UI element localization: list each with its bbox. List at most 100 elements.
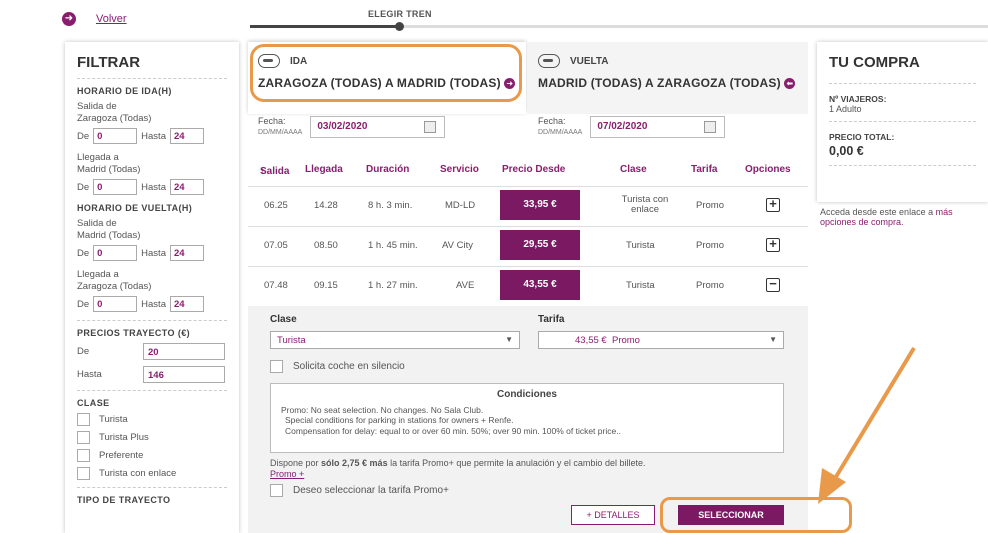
- ida-date-input[interactable]: 03/02/2020: [310, 116, 446, 138]
- checkbox[interactable]: [270, 360, 283, 373]
- salida-cell: 06.25: [264, 200, 288, 211]
- col-llegada: Llegada: [305, 164, 343, 175]
- class-heading: CLASE: [77, 398, 110, 408]
- trip-type-heading: TIPO DE TRAYECTO: [77, 495, 171, 505]
- vuelta-llegada-range: De 0 Hasta 24: [77, 296, 227, 312]
- clase-select-value: Turista: [277, 335, 306, 346]
- class-option[interactable]: Turista Plus: [77, 431, 227, 444]
- checkbox[interactable]: [77, 467, 90, 480]
- hasta-label: Hasta: [141, 181, 166, 193]
- duracion-cell: 1 h. 45 min.: [368, 240, 418, 251]
- price-button[interactable]: 33,95 €: [500, 190, 580, 220]
- calendar-icon[interactable]: [424, 121, 437, 133]
- annotation-arrow: [818, 346, 916, 504]
- col-opciones: Opciones: [745, 164, 791, 175]
- tarifa-label: Tarifa: [538, 314, 565, 325]
- col-clase: Clase: [620, 164, 647, 175]
- filter-title: FILTRAR: [77, 54, 141, 71]
- expand-plus-icon[interactable]: +: [766, 197, 780, 212]
- servicio-cell: AVE: [456, 280, 475, 291]
- clase-cell: Turista con enlace: [621, 194, 669, 215]
- promo-upgrade-text: Dispone por sólo 2,75 € más la tarifa Pr…: [270, 458, 800, 480]
- vuelta-llegada-to[interactable]: 24: [169, 296, 204, 312]
- class-option-label: Turista: [99, 414, 128, 425]
- table-row[interactable]: 07.05 08.50 1 h. 45 min. AV City 29,55 €…: [248, 226, 808, 266]
- tarifa-cell: Promo: [696, 200, 724, 211]
- cart-panel: TU COMPRA Nº VIAJEROS: 1 Adulto PRECIO T…: [817, 42, 988, 202]
- table-row[interactable]: 06.25 14.28 8 h. 3 min. MD-LD 33,95 € Tu…: [248, 186, 808, 226]
- ida-llegada-to[interactable]: 24: [169, 179, 204, 195]
- back-arrow-icon[interactable]: ➜: [62, 12, 76, 26]
- clase-cell: Turista: [626, 280, 655, 291]
- price-to-input[interactable]: 146: [143, 366, 225, 383]
- ida-schedule-heading: HORARIO DE IDA(H): [77, 86, 172, 96]
- chevron-down-icon: ▼: [505, 335, 513, 344]
- class-option-label: Turista Plus: [99, 432, 149, 443]
- progress-done: [250, 25, 400, 28]
- condition-line: Compensation for delay: equal to or over…: [285, 425, 621, 436]
- date-hint: DD/MM/AAAA: [538, 129, 583, 136]
- condition-line: Special conditions for parking in statio…: [285, 415, 514, 425]
- travelers-value: 1 Adulto: [829, 104, 862, 114]
- price-button[interactable]: 29,55 €: [500, 230, 580, 260]
- class-option[interactable]: Turista con enlace: [77, 467, 227, 480]
- collapse-minus-icon[interactable]: −: [766, 277, 780, 292]
- tab-vuelta[interactable]: VUELTA MADRID (TODAS) A ZARAGOZA (TODAS)…: [528, 42, 808, 114]
- filter-panel: FILTRAR HORARIO DE IDA(H) Salida de Zara…: [65, 42, 239, 533]
- salida-cell: 07.05: [264, 240, 288, 251]
- expand-plus-icon[interactable]: +: [766, 237, 780, 252]
- vuelta-date-input[interactable]: 07/02/2020: [590, 116, 726, 138]
- ida-llegada-from[interactable]: 0: [93, 179, 138, 195]
- checkbox[interactable]: [270, 484, 283, 497]
- price-to-row: Hasta 146: [77, 366, 227, 383]
- tarifa-select[interactable]: 43,55 € Promo ▼: [538, 331, 784, 349]
- promo-plus-option[interactable]: Deseo seleccionar la tarifa Promo+: [270, 484, 449, 497]
- class-option[interactable]: Preferente: [77, 449, 227, 462]
- promo-plus-link[interactable]: Promo +: [270, 469, 304, 479]
- price-button[interactable]: 43,55 €: [500, 270, 580, 300]
- clase-select[interactable]: Turista ▼: [270, 331, 520, 349]
- travelers-label: Nº VIAJEROS:: [829, 94, 887, 104]
- back-link[interactable]: Volver: [96, 13, 127, 25]
- ida-salida-to[interactable]: 24: [169, 128, 204, 144]
- cart-title: TU COMPRA: [829, 54, 920, 71]
- conditions-title: Condiciones: [496, 389, 557, 400]
- servicio-cell: MD-LD: [445, 200, 476, 211]
- class-option-label: Turista con enlace: [99, 468, 177, 479]
- cart-note: Acceda desde este enlace a más opciones …: [820, 207, 988, 227]
- silence-coach-label: Solicita coche en silencio: [293, 361, 405, 372]
- table-header: Salida ↑ Llegada Duración Servicio Precio…: [248, 154, 808, 186]
- price-from-input[interactable]: 20: [143, 343, 225, 360]
- train-icon: [538, 54, 560, 68]
- col-servicio: Servicio: [440, 164, 479, 175]
- silence-coach-option[interactable]: Solicita coche en silencio: [270, 360, 405, 373]
- salida-cell: 07.48: [264, 280, 288, 291]
- clase-cell: Turista: [626, 240, 655, 251]
- vuelta-salida-from[interactable]: 0: [93, 245, 138, 261]
- calendar-icon[interactable]: [704, 121, 717, 133]
- vuelta-llegada-label: Llegada a Zaragoza (Todas): [77, 269, 152, 292]
- price-to-label: Hasta: [77, 369, 102, 380]
- chevron-down-icon: ▼: [769, 335, 777, 344]
- vuelta-salida-to[interactable]: 24: [169, 245, 204, 261]
- de-label: De: [77, 181, 90, 193]
- de-label: De: [77, 298, 90, 310]
- vuelta-llegada-from[interactable]: 0: [93, 296, 138, 312]
- checkbox[interactable]: [77, 431, 90, 444]
- promo-plus-label: Deseo seleccionar la tarifa Promo+: [293, 485, 449, 496]
- ida-salida-from[interactable]: 0: [93, 128, 138, 144]
- conditions-box: Condiciones Promo: No seat selection. No…: [270, 383, 784, 453]
- vuelta-route-text: MADRID (TODAS) A ZARAGOZA (TODAS): [538, 76, 781, 90]
- llegada-cell: 08.50: [314, 240, 338, 251]
- annotation-highlight: [250, 44, 522, 102]
- checkbox[interactable]: [77, 413, 90, 426]
- class-option[interactable]: Turista: [77, 413, 227, 426]
- vuelta-date: Fecha: DD/MM/AAAA 07/02/2020: [538, 116, 726, 138]
- table-row[interactable]: 07.48 09.15 1 h. 27 min. AVE 43,55 € Tur…: [248, 266, 808, 306]
- sort-arrow-icon: ↑: [260, 166, 265, 177]
- clase-label: Clase: [270, 314, 297, 325]
- col-tarifa: Tarifa: [691, 164, 718, 175]
- checkbox[interactable]: [77, 449, 90, 462]
- vuelta-salida-range: De 0 Hasta 24: [77, 245, 227, 261]
- details-button[interactable]: + DETALLES: [571, 505, 655, 525]
